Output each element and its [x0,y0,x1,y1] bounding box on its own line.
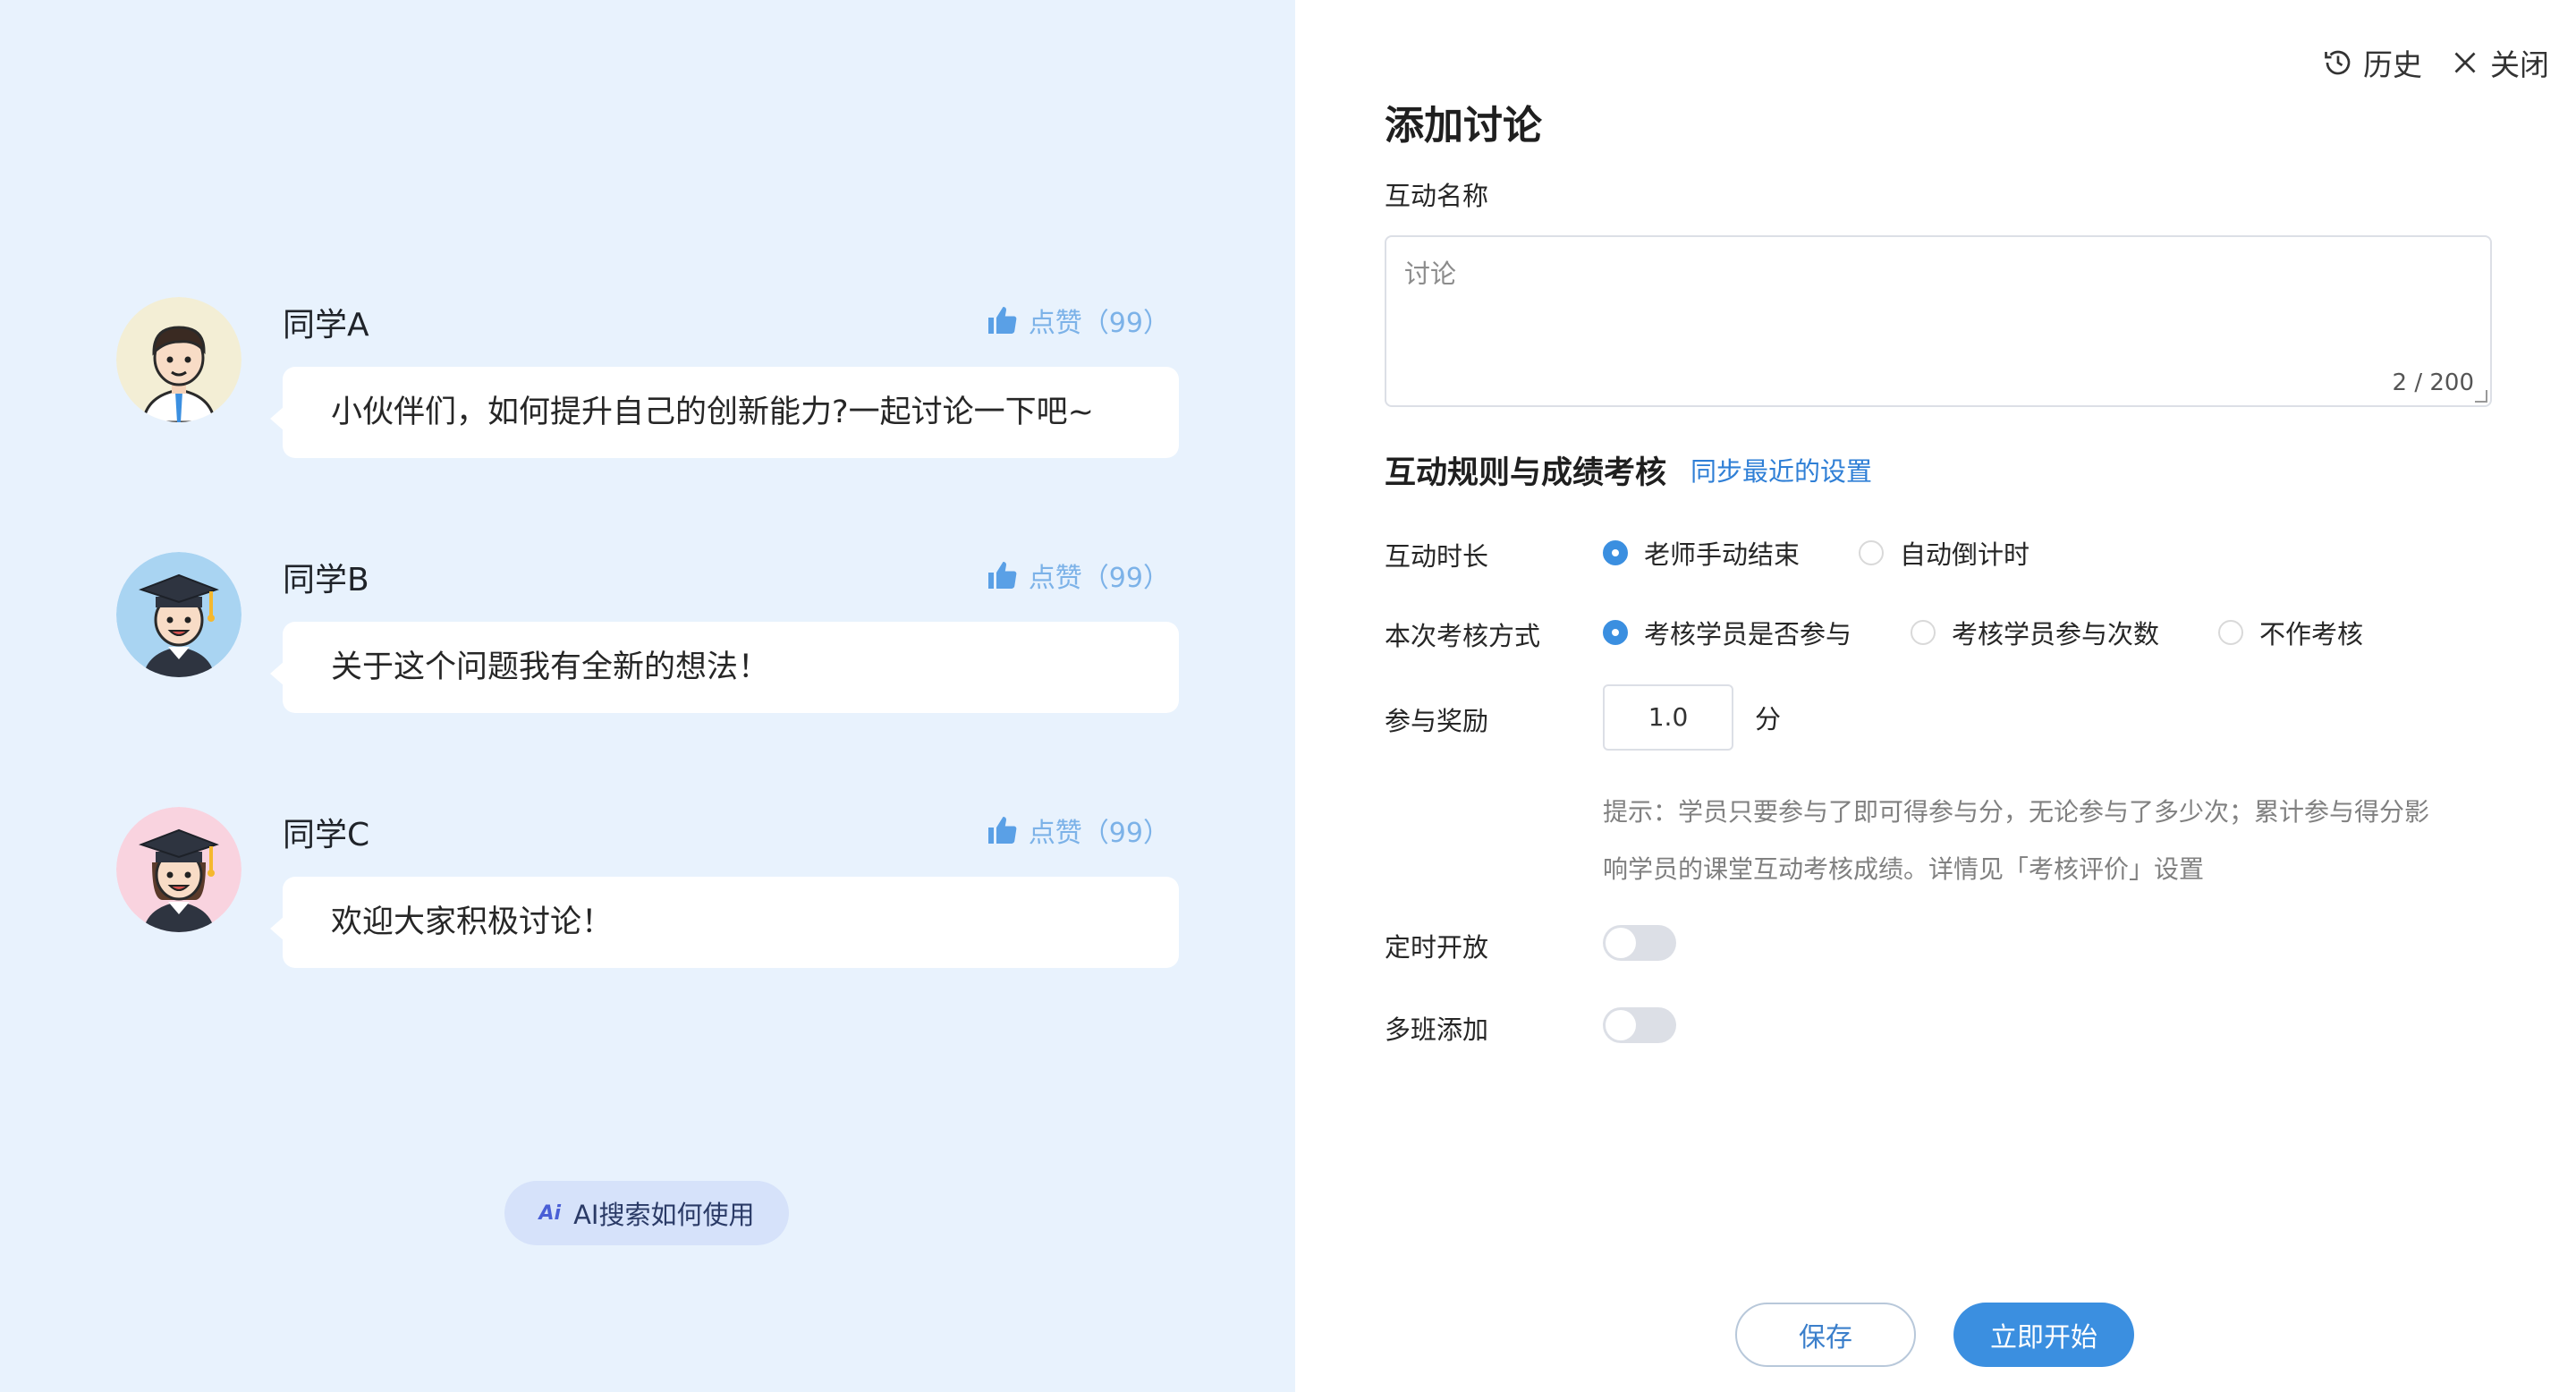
radio-manual-end[interactable]: 老师手动结束 [1603,534,1800,572]
student-name: 同学A [283,307,369,344]
name-placeholder: 讨论 [1404,259,1457,289]
reward-unit: 分 [1755,704,1782,734]
radio-assess-participation[interactable]: 考核学员是否参与 [1603,614,1852,651]
ai-search-help-button[interactable]: Ai AI搜索如何使用 [504,1181,789,1245]
reward-label: 参与奖励 [1385,706,1489,736]
student-name: 同学B [283,562,369,598]
radio-label: 不作考核 [2259,619,2364,649]
hint-line: 提示：学员只要参与了即可得参与分，无论参与了多少次；累计参与得分影 [1603,797,2430,827]
hint-line: 响学员的课堂互动考核成绩。详情见「考核评价」设置 [1603,854,2205,884]
radio-dot [1859,540,1885,565]
duration-radio-group: 老师手动结束 自动倒计时 [1603,534,2089,572]
name-textarea[interactable]: 讨论 2 / 200 [1385,235,2492,407]
thumb-up-icon [987,817,1017,844]
ai-search-help-label: AI搜索如何使用 [573,1200,755,1230]
close-button[interactable]: 关闭 [2449,41,2549,84]
add-discussion-form-panel: 历史 关闭 添加讨论 互动名称 讨论 2 / 200 互动规则与成绩考核 同步最… [1295,0,2576,1392]
top-actions: 历史 关闭 [2295,41,2549,84]
like-label: 点赞 [1028,308,1082,339]
assessment-radio-group: 考核学员是否参与 考核学员参与次数 不作考核 [1603,614,2422,651]
radio-auto-countdown[interactable]: 自动倒计时 [1859,534,2029,572]
radio-label: 自动倒计时 [1900,539,2030,570]
start-now-button[interactable]: 立即开始 [1953,1303,2134,1367]
form-title: 添加讨论 [1385,103,1542,149]
sync-recent-settings-link[interactable]: 同步最近的设置 [1690,451,1872,488]
like-button[interactable]: 点赞 （99） [986,301,1170,340]
save-button[interactable]: 保存 [1735,1303,1916,1367]
history-label: 历史 [2363,47,2422,82]
name-field-label: 互动名称 [1385,181,1489,211]
duration-label: 互动时长 [1385,541,1489,572]
radio-dot-selected [1603,540,1628,565]
radio-dot [1911,620,1936,645]
thumb-up-icon [987,562,1017,589]
char-counter: 2 / 200 [2392,369,2474,396]
like-label: 点赞 [1028,563,1082,594]
radio-label: 考核学员是否参与 [1644,619,1852,649]
multi-class-toggle[interactable] [1603,1007,1676,1043]
thumb-up-icon [987,307,1017,334]
like-count: （99） [1081,308,1170,339]
close-label: 关闭 [2490,47,2549,82]
like-count: （99） [1081,563,1170,594]
radio-no-assessment[interactable]: 不作考核 [2218,614,2363,651]
app-root: 同学A 点赞 （99） 小伙伴们，如何提升自己的创新能力?一起讨论一下吧~ 同学… [0,0,2576,1392]
avatar-student-c [116,807,242,932]
student-name: 同学C [283,817,370,853]
ai-icon: Ai [538,1201,562,1225]
radio-assess-count[interactable]: 考核学员参与次数 [1911,614,2159,651]
history-button[interactable]: 历史 [2322,41,2422,84]
radio-dot-selected [1603,620,1628,645]
close-icon [2454,52,2476,73]
scheduled-open-label: 定时开放 [1385,932,1489,963]
discussion-preview-panel: 同学A 点赞 （99） 小伙伴们，如何提升自己的创新能力?一起讨论一下吧~ 同学… [0,0,1295,1392]
multi-class-label: 多班添加 [1385,1014,1489,1045]
like-button[interactable]: 点赞 （99） [986,811,1170,850]
assessment-label: 本次考核方式 [1385,621,1541,651]
resize-handle[interactable] [2475,390,2487,403]
rules-section-title: 互动规则与成绩考核 [1385,455,1667,491]
reward-hint: 提示：学员只要参与了即可得参与分，无论参与了多少次；累计参与得分影 响学员的课堂… [1603,784,2462,898]
like-button[interactable]: 点赞 （99） [986,556,1170,595]
avatar-student-a [116,297,242,422]
reward-input[interactable]: 1.0 [1603,684,1733,751]
message-bubble: 欢迎大家积极讨论！ [270,877,1179,968]
message-bubble: 关于这个问题我有全新的想法！ [270,622,1179,713]
history-icon [2325,50,2351,75]
like-label: 点赞 [1028,818,1082,849]
like-count: （99） [1081,818,1170,849]
message-bubble: 小伙伴们，如何提升自己的创新能力?一起讨论一下吧~ [270,367,1179,458]
radio-dot [2218,620,2244,645]
radio-label: 老师手动结束 [1644,539,1801,570]
avatar-student-b [116,552,242,677]
radio-label: 考核学员参与次数 [1952,619,2160,649]
scheduled-open-toggle[interactable] [1603,925,1676,961]
